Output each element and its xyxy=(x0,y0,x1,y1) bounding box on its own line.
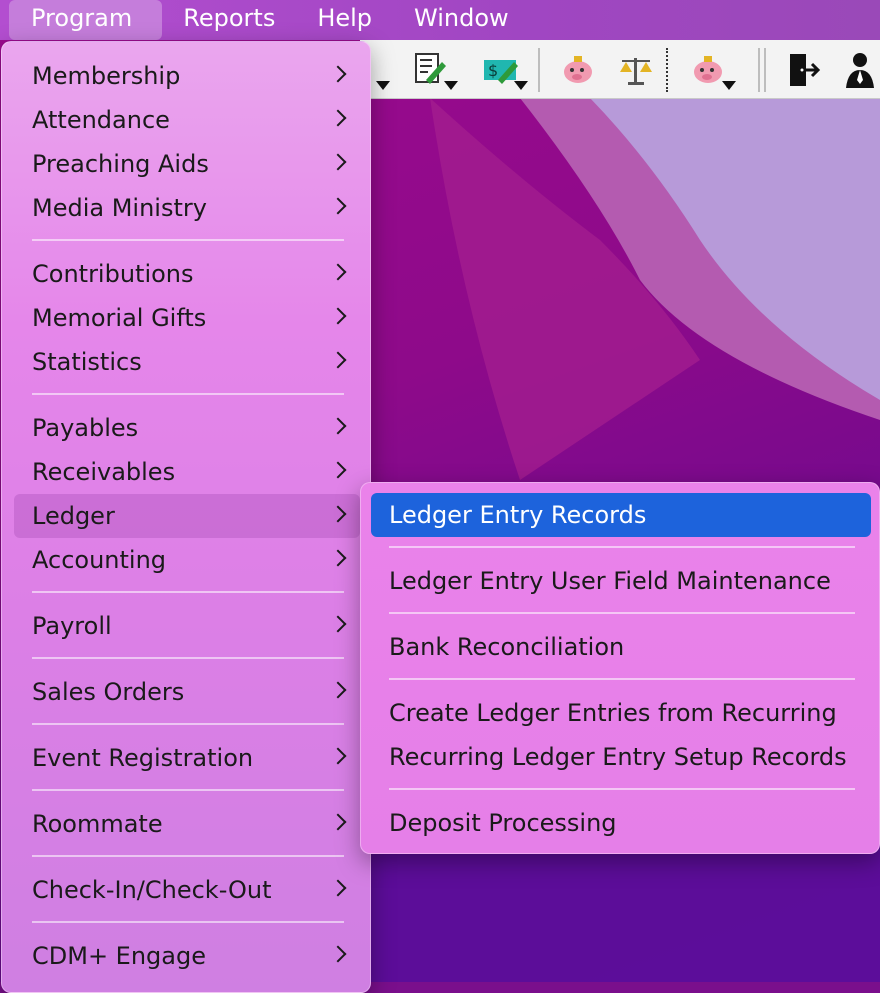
menubar-window[interactable]: Window xyxy=(393,0,530,40)
menu-separator xyxy=(32,239,344,241)
menu-item-accounting[interactable]: Accounting xyxy=(14,538,360,582)
menu-item-payables[interactable]: Payables xyxy=(14,406,360,450)
menu-item-attendance[interactable]: Attendance xyxy=(14,98,360,142)
menu-item-memorial-gifts[interactable]: Memorial Gifts xyxy=(14,296,360,340)
menu-separator xyxy=(389,678,855,680)
menu-separator xyxy=(32,591,344,593)
chevron-right-icon xyxy=(329,747,347,765)
menu-item-label: Check-In/Check-Out xyxy=(32,876,272,904)
submenu-item-label: Bank Reconciliation xyxy=(389,633,625,661)
program-menu: Membership Attendance Preaching Aids Med… xyxy=(1,41,371,993)
submenu-item-label: Create Ledger Entries from Recurring xyxy=(389,699,837,727)
money-edit-icon[interactable]: $ xyxy=(482,50,528,90)
menu-item-event-registration[interactable]: Event Registration xyxy=(14,736,360,780)
menu-separator xyxy=(32,855,344,857)
exit-door-icon[interactable] xyxy=(784,50,824,90)
menu-separator xyxy=(32,657,344,659)
chevron-right-icon xyxy=(329,153,347,171)
menu-item-label: Sales Orders xyxy=(32,678,185,706)
menu-item-label: Payables xyxy=(32,414,139,442)
menu-separator xyxy=(32,921,344,923)
submenu-item-label: Recurring Ledger Entry Setup Records xyxy=(389,743,847,771)
chevron-right-icon xyxy=(329,813,347,831)
menu-item-label: Payroll xyxy=(32,612,112,640)
chevron-right-icon xyxy=(329,681,347,699)
chevron-right-icon xyxy=(329,505,347,523)
menu-item-label: Roommate xyxy=(32,810,163,838)
submenu-item-label: Ledger Entry User Field Maintenance xyxy=(389,567,831,595)
ledger-submenu: Ledger Entry Records Ledger Entry User F… xyxy=(360,482,880,854)
menu-bar: Program Reports Help Window xyxy=(0,0,880,40)
chevron-right-icon xyxy=(329,615,347,633)
menu-item-check-in-check-out[interactable]: Check-In/Check-Out xyxy=(14,868,360,912)
chevron-right-icon xyxy=(329,65,347,83)
submenu-item-label: Ledger Entry Records xyxy=(389,501,647,529)
toolbar-separator xyxy=(758,48,760,92)
chevron-right-icon xyxy=(329,879,347,897)
balance-scale-icon[interactable] xyxy=(616,50,656,90)
chevron-right-icon xyxy=(329,549,347,567)
toolbar-separator xyxy=(538,48,540,92)
menubar-reports[interactable]: Reports xyxy=(162,0,296,40)
submenu-item-deposit-processing[interactable]: Deposit Processing xyxy=(371,801,871,845)
menu-item-label: Event Registration xyxy=(32,744,254,772)
menu-separator xyxy=(389,788,855,790)
menu-separator xyxy=(32,393,344,395)
menubar-help[interactable]: Help xyxy=(296,0,393,40)
menu-item-receivables[interactable]: Receivables xyxy=(14,450,360,494)
chevron-right-icon xyxy=(329,109,347,127)
menu-item-label: Ledger xyxy=(32,502,115,530)
menu-item-label: Membership xyxy=(32,62,181,90)
edit-document-icon[interactable] xyxy=(412,50,458,90)
menu-item-cdm-engage[interactable]: CDM+ Engage xyxy=(14,934,360,978)
chevron-right-icon xyxy=(329,945,347,963)
chevron-right-icon xyxy=(329,197,347,215)
user-icon[interactable] xyxy=(844,50,880,90)
chevron-right-icon xyxy=(329,351,347,369)
submenu-item-bank-reconciliation[interactable]: Bank Reconciliation xyxy=(371,625,871,669)
menu-item-label: Accounting xyxy=(32,546,167,574)
piggy-bank-icon[interactable] xyxy=(690,50,736,90)
toolbar: $ xyxy=(352,40,880,99)
toolbar-dotted-separator xyxy=(666,48,668,92)
menu-separator xyxy=(32,723,344,725)
menu-item-label: Statistics xyxy=(32,348,142,376)
submenu-item-ledger-entry-records[interactable]: Ledger Entry Records xyxy=(371,493,871,537)
menu-item-label: Memorial Gifts xyxy=(32,304,207,332)
submenu-item-ledger-entry-user-field-maintenance[interactable]: Ledger Entry User Field Maintenance xyxy=(371,559,871,603)
piggy-bank-icon[interactable] xyxy=(560,50,600,90)
toolbar-separator xyxy=(764,48,766,92)
menu-item-media-ministry[interactable]: Media Ministry xyxy=(14,186,360,230)
submenu-item-create-ledger-entries-from-recurring[interactable]: Create Ledger Entries from Recurring xyxy=(371,691,871,735)
menu-item-label: Attendance xyxy=(32,106,170,134)
chevron-right-icon xyxy=(329,461,347,479)
chevron-right-icon xyxy=(329,307,347,325)
chevron-right-icon xyxy=(329,263,347,281)
menubar-program[interactable]: Program xyxy=(9,0,163,40)
menu-item-membership[interactable]: Membership xyxy=(14,54,360,98)
menu-item-roommate[interactable]: Roommate xyxy=(14,802,360,846)
menu-item-label: Contributions xyxy=(32,260,194,288)
menu-separator xyxy=(389,612,855,614)
submenu-item-label: Deposit Processing xyxy=(389,809,617,837)
submenu-item-recurring-ledger-entry-setup-records[interactable]: Recurring Ledger Entry Setup Records xyxy=(371,735,871,779)
menu-item-label: Media Ministry xyxy=(32,194,207,222)
menu-separator xyxy=(389,546,855,548)
menu-item-sales-orders[interactable]: Sales Orders xyxy=(14,670,360,714)
menu-item-label: CDM+ Engage xyxy=(32,942,206,970)
svg-text:$: $ xyxy=(488,61,498,80)
menu-item-statistics[interactable]: Statistics xyxy=(14,340,360,384)
menu-item-ledger[interactable]: Ledger xyxy=(14,494,360,538)
menu-item-contributions[interactable]: Contributions xyxy=(14,252,360,296)
menu-item-preaching-aids[interactable]: Preaching Aids xyxy=(14,142,360,186)
menu-item-payroll[interactable]: Payroll xyxy=(14,604,360,648)
menu-separator xyxy=(32,789,344,791)
chevron-right-icon xyxy=(329,417,347,435)
menu-item-label: Receivables xyxy=(32,458,176,486)
menu-item-label: Preaching Aids xyxy=(32,150,209,178)
